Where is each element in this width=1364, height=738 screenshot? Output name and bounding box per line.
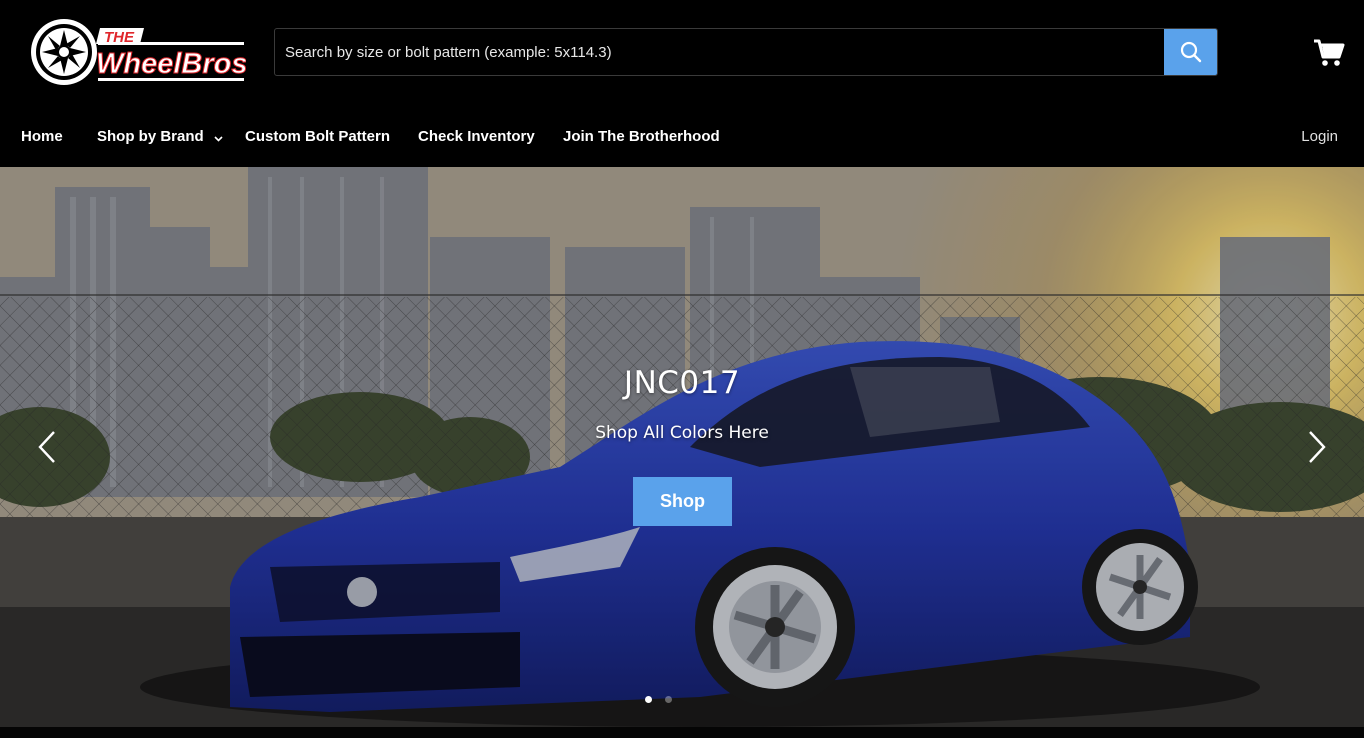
slider-prev-button[interactable] [34, 429, 64, 465]
nav-item-label: Check Inventory [418, 128, 535, 145]
wheel-logo-icon: THE WheelBros [31, 19, 248, 85]
slider-dot-2[interactable] [665, 696, 672, 703]
hero-shop-button[interactable]: Shop [633, 477, 732, 526]
nav-item-check-inventory[interactable]: Check Inventory [418, 128, 535, 145]
chevron-right-icon [1309, 431, 1326, 463]
search-bar [274, 28, 1218, 76]
site-header: THE WheelBros Home Shop by Brand [0, 0, 1364, 167]
login-link[interactable]: Login [1301, 128, 1338, 145]
slider-dot-1[interactable] [645, 696, 652, 703]
hero-slider: JNC017 Shop All Colors Here Shop [0, 167, 1364, 727]
logo-text-the: THE [104, 29, 135, 46]
nav-item-label: Join The Brotherhood [563, 128, 720, 145]
main-nav: Home Shop by Brand Custom Bolt Pattern C… [0, 122, 1364, 154]
site-logo[interactable]: THE WheelBros [28, 16, 248, 88]
search-input[interactable] [275, 29, 1165, 75]
slider-next-button[interactable] [1302, 429, 1332, 465]
nav-item-shop-by-brand[interactable]: Shop by Brand [97, 128, 223, 146]
hero-background-image [0, 167, 1364, 727]
search-icon [1180, 41, 1201, 63]
nav-item-join-the-brotherhood[interactable]: Join The Brotherhood [563, 128, 720, 145]
nav-item-label: Shop by Brand [97, 128, 204, 145]
logo-text-wheelbros: WheelBros [96, 48, 246, 80]
search-button[interactable] [1164, 29, 1217, 75]
hero-subtitle: Shop All Colors Here [595, 423, 769, 443]
nav-item-label: Custom Bolt Pattern [245, 128, 391, 145]
nav-item-custom-bolt-pattern[interactable]: Custom Bolt Pattern [245, 128, 390, 145]
hero-title: JNC017 [623, 365, 741, 401]
nav-item-label: Home [21, 128, 63, 145]
page-bottom-strip [0, 727, 1364, 738]
chevron-down-icon [214, 129, 223, 146]
cart-icon [1314, 39, 1345, 66]
cart-button[interactable] [1313, 38, 1345, 68]
chevron-left-icon [38, 431, 55, 463]
nav-item-home[interactable]: Home [21, 128, 63, 145]
